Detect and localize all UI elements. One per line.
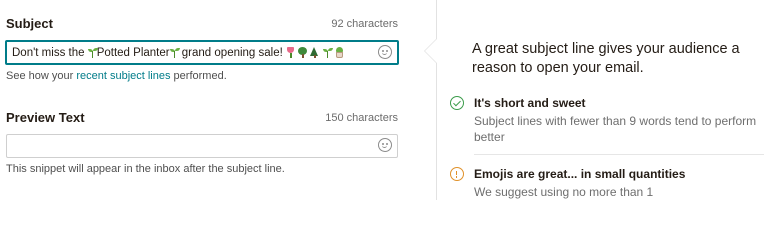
campaign-subject-editor: Subject 92 characters Don't miss the Pot…: [0, 0, 768, 200]
tip-body: Subject lines with fewer than 9 words te…: [474, 114, 757, 144]
tips-divider: [474, 154, 764, 155]
smiley-icon[interactable]: [378, 138, 392, 152]
seedling-emoji-icon: [87, 47, 98, 59]
preview-helper: This snippet will appear in the inbox af…: [6, 163, 285, 175]
subject-form: Subject 92 characters Don't miss the Pot…: [0, 0, 400, 200]
subject-text-suffix: grand opening sale!: [178, 47, 287, 59]
tip-title: Emojis are great... in small quantities: [474, 167, 686, 181]
subject-text-brand: Potted Planter: [96, 47, 170, 59]
subject-helper-prefix: See how your: [6, 70, 77, 82]
recent-subject-lines-link[interactable]: recent subject lines: [76, 70, 170, 82]
warning-circle-icon: [450, 167, 464, 181]
preview-header: Preview Text 150 characters: [6, 109, 398, 127]
evergreen-tree-emoji-icon: [310, 47, 319, 59]
subject-char-count: 92 characters: [331, 18, 398, 30]
preview-text-input[interactable]: [6, 134, 398, 158]
deciduous-tree-emoji-icon: [298, 47, 308, 59]
check-circle-icon: [450, 96, 464, 110]
subject-helper: See how your recent subject lines perfor…: [6, 69, 227, 83]
seedling-emoji-icon: [322, 47, 333, 59]
subject-text-prefix: Don't miss the: [12, 47, 88, 59]
potted-plant-emoji-icon: [335, 47, 344, 59]
smiley-icon[interactable]: [378, 45, 392, 59]
tip-body: We suggest using no more than 1: [474, 185, 654, 199]
tip-title: It's short and sweet: [474, 96, 586, 110]
subject-helper-suffix: performed.: [170, 70, 227, 82]
subject-label: Subject: [6, 16, 53, 31]
preview-char-count: 150 characters: [325, 112, 398, 124]
tips-intro-text: A great subject line gives your audience…: [472, 41, 740, 76]
subject-input-value[interactable]: Don't miss the Potted Planter grand open…: [12, 42, 344, 64]
seedling-emoji-icon: [169, 47, 180, 59]
preview-label: Preview Text: [6, 110, 85, 125]
subject-input[interactable]: Don't miss the Potted Planter grand open…: [5, 40, 399, 65]
tulip-emoji-icon: [286, 47, 295, 59]
subject-header: Subject 92 characters: [6, 15, 398, 33]
